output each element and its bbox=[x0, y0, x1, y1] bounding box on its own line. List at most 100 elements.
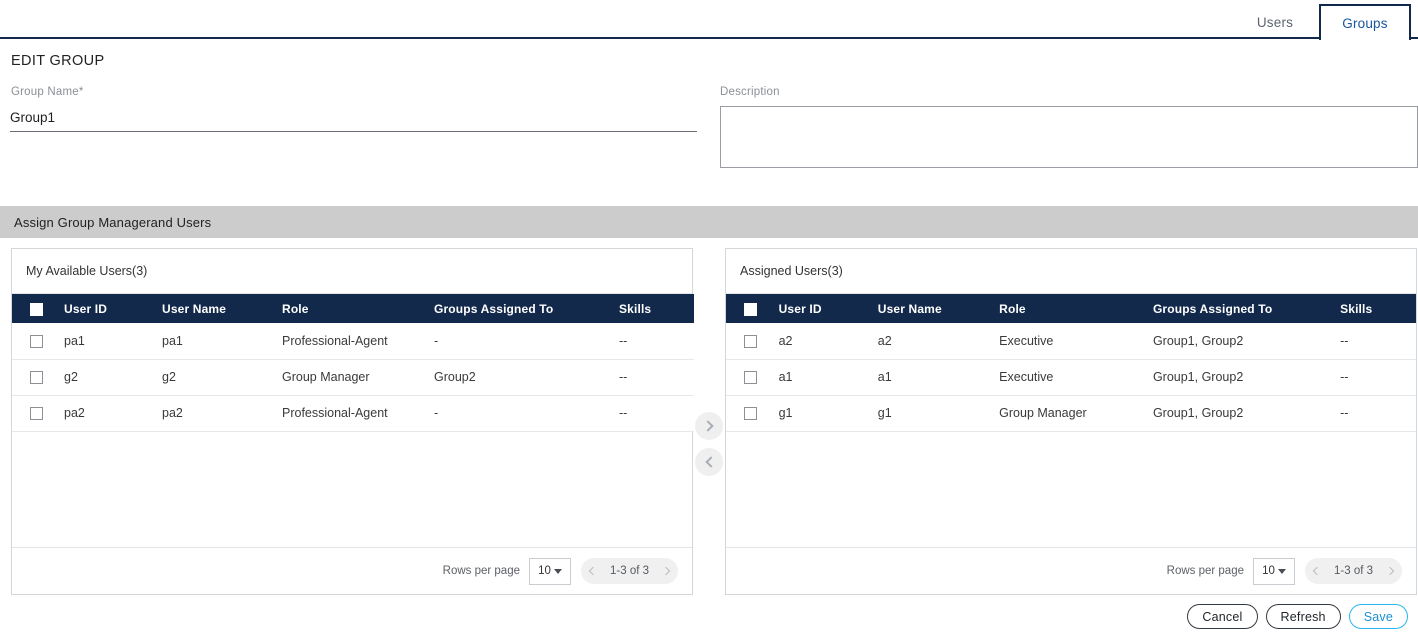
chevron-right-icon bbox=[701, 420, 714, 432]
table-row[interactable]: a1 a1 Executive Group1, Group2 -- bbox=[726, 359, 1416, 396]
table-row[interactable]: g1 g1 Group Manager Group1, Group2 -- bbox=[726, 395, 1416, 432]
row-checkbox[interactable] bbox=[30, 334, 43, 348]
description-input[interactable] bbox=[720, 106, 1418, 168]
rows-per-page-select[interactable]: 10 bbox=[529, 557, 571, 585]
tab-users[interactable]: Users bbox=[1239, 5, 1311, 40]
tab-users-label: Users bbox=[1256, 15, 1294, 30]
cell-user-name: pa1 bbox=[162, 323, 282, 360]
row-checkbox[interactable] bbox=[744, 371, 757, 385]
table-header-row: User ID User Name Role Groups Assigned T… bbox=[12, 294, 694, 323]
table-row[interactable]: a2 a2 Executive Group1, Group2 -- bbox=[726, 323, 1416, 360]
cell-role: Professional-Agent bbox=[282, 395, 434, 432]
cell-user-id: a2 bbox=[778, 323, 878, 360]
cell-groups: - bbox=[434, 323, 619, 360]
assigned-users-footer: Rows per page 10 1-3 of 3 bbox=[726, 547, 1416, 594]
cell-role: Executive bbox=[999, 323, 1153, 360]
move-left-button[interactable] bbox=[695, 448, 723, 476]
cancel-button[interactable]: Cancel bbox=[1187, 604, 1258, 629]
move-right-button[interactable] bbox=[695, 412, 723, 440]
column-header-user-id[interactable]: User ID bbox=[64, 294, 162, 323]
row-select-cell[interactable] bbox=[726, 395, 779, 432]
cell-role: Group Manager bbox=[999, 395, 1153, 432]
row-checkbox[interactable] bbox=[30, 407, 43, 421]
previous-page-icon[interactable] bbox=[1312, 566, 1322, 576]
row-select-cell[interactable] bbox=[12, 323, 64, 360]
pagination-control: 1-3 of 3 bbox=[581, 558, 678, 584]
cell-user-name: pa2 bbox=[162, 395, 282, 432]
column-header-groups[interactable]: Groups Assigned To bbox=[1152, 294, 1341, 323]
row-select-cell[interactable] bbox=[12, 359, 64, 396]
column-header-groups[interactable]: Groups Assigned To bbox=[434, 294, 619, 323]
cell-groups: Group2 bbox=[434, 359, 619, 396]
cell-user-name: a1 bbox=[877, 359, 1000, 396]
previous-page-icon[interactable] bbox=[588, 566, 598, 576]
column-header-role[interactable]: Role bbox=[999, 294, 1153, 323]
transfer-controls bbox=[695, 412, 723, 476]
cell-groups: Group1, Group2 bbox=[1152, 395, 1341, 432]
tab-groups-active-mask bbox=[1321, 36, 1409, 40]
select-all-header[interactable] bbox=[12, 294, 64, 323]
rows-per-page-select[interactable]: 10 bbox=[1253, 557, 1295, 585]
edit-group-page: Users Groups EDIT GROUP Group Name* Desc… bbox=[0, 0, 1418, 639]
column-header-user-name[interactable]: User Name bbox=[877, 294, 1000, 323]
assign-section-bar: Assign Group Managerand Users bbox=[0, 206, 1418, 238]
tab-groups[interactable]: Groups bbox=[1319, 4, 1411, 40]
table-row[interactable]: pa2 pa2 Professional-Agent - -- bbox=[12, 395, 694, 432]
cell-role: Executive bbox=[999, 359, 1153, 396]
available-users-caption: My Available Users(3) bbox=[12, 249, 692, 294]
group-name-label: Group Name* bbox=[11, 86, 84, 98]
pagination-control: 1-3 of 3 bbox=[1305, 558, 1402, 584]
rows-per-page-label: Rows per page bbox=[1166, 565, 1244, 577]
assigned-users-table: User ID User Name Role Groups Assigned T… bbox=[726, 294, 1416, 432]
page-title: EDIT GROUP bbox=[11, 53, 105, 69]
tab-bar: Users Groups bbox=[0, 0, 1418, 40]
rows-per-page-value: 10 bbox=[1262, 565, 1275, 577]
cell-user-id: pa1 bbox=[64, 323, 162, 360]
form-actions: Cancel Refresh Save bbox=[1187, 604, 1408, 629]
chevron-down-icon bbox=[553, 568, 562, 574]
select-all-checkbox[interactable] bbox=[744, 302, 757, 316]
cell-skills: -- bbox=[1340, 359, 1416, 396]
group-name-input[interactable] bbox=[10, 106, 697, 132]
table-row[interactable]: g2 g2 Group Manager Group2 -- bbox=[12, 359, 694, 396]
row-select-cell[interactable] bbox=[726, 359, 779, 396]
column-header-user-name[interactable]: User Name bbox=[162, 294, 282, 323]
row-select-cell[interactable] bbox=[12, 395, 64, 432]
column-header-skills[interactable]: Skills bbox=[1340, 294, 1416, 323]
next-page-icon[interactable] bbox=[661, 566, 671, 576]
column-header-skills[interactable]: Skills bbox=[619, 294, 694, 323]
row-checkbox[interactable] bbox=[744, 334, 757, 348]
cell-user-id: pa2 bbox=[64, 395, 162, 432]
row-checkbox[interactable] bbox=[744, 407, 757, 421]
table-row[interactable]: pa1 pa1 Professional-Agent - -- bbox=[12, 323, 694, 360]
select-all-header[interactable] bbox=[726, 294, 779, 323]
cell-user-id: g2 bbox=[64, 359, 162, 396]
assigned-users-caption: Assigned Users(3) bbox=[726, 249, 1416, 294]
select-all-checkbox[interactable] bbox=[30, 302, 43, 316]
next-page-icon[interactable] bbox=[1385, 566, 1395, 576]
column-header-user-id[interactable]: User ID bbox=[778, 294, 878, 323]
cell-role: Professional-Agent bbox=[282, 323, 434, 360]
rows-per-page-label: Rows per page bbox=[442, 565, 520, 577]
save-button[interactable]: Save bbox=[1348, 604, 1408, 629]
cell-user-name: g1 bbox=[877, 395, 1000, 432]
cell-skills: -- bbox=[1340, 395, 1416, 432]
pagination-range: 1-3 of 3 bbox=[1334, 565, 1373, 577]
cell-user-name: g2 bbox=[162, 359, 282, 396]
row-checkbox[interactable] bbox=[30, 371, 43, 385]
description-label: Description bbox=[720, 86, 780, 98]
pagination-range: 1-3 of 3 bbox=[610, 565, 649, 577]
cell-groups: - bbox=[434, 395, 619, 432]
refresh-button[interactable]: Refresh bbox=[1265, 604, 1341, 629]
assigned-users-panel: Assigned Users(3) User ID User Name Role… bbox=[725, 248, 1417, 595]
cell-user-id: a1 bbox=[778, 359, 878, 396]
column-header-role[interactable]: Role bbox=[282, 294, 434, 323]
chevron-down-icon bbox=[1277, 568, 1286, 574]
cell-user-id: g1 bbox=[778, 395, 878, 432]
row-select-cell[interactable] bbox=[726, 323, 779, 360]
table-header-row: User ID User Name Role Groups Assigned T… bbox=[726, 294, 1416, 323]
tab-bar-rule bbox=[0, 37, 1418, 39]
cell-skills: -- bbox=[1340, 323, 1416, 360]
cell-skills: -- bbox=[619, 359, 694, 396]
cell-skills: -- bbox=[619, 323, 694, 360]
